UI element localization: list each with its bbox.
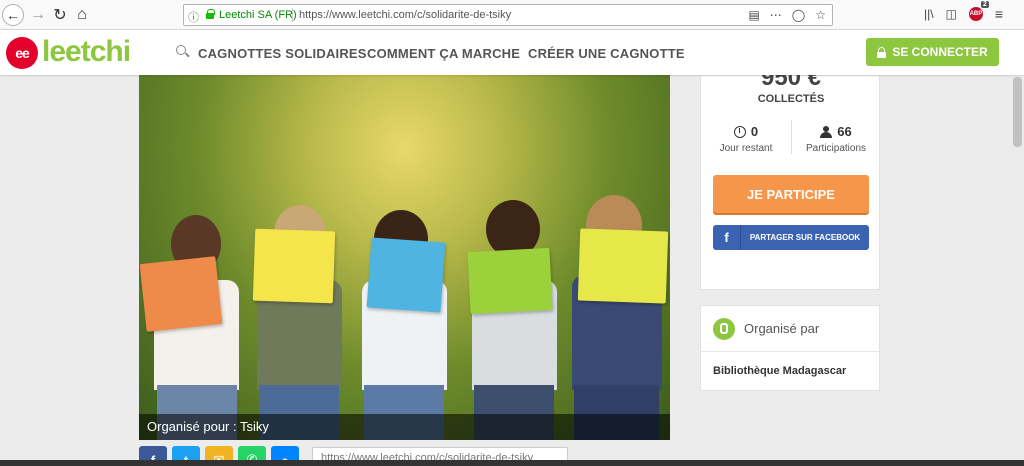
toolbar-right: ||\ ◫ ABP 2 ≡ [924, 1, 1003, 22]
nav-creer-une-cagnotte[interactable]: CRÉER UNE CAGNOTTE [528, 46, 685, 61]
facebook-share-button[interactable]: f PARTAGER SUR FACEBOOK [713, 225, 869, 250]
back-icon[interactable]: ← [2, 4, 24, 26]
participants-label: Participations [805, 143, 867, 154]
organizer-name[interactable]: Bibliothèque Madagascar [701, 352, 879, 390]
nav-comment-ca-marche[interactable]: COMMENT ÇA MARCHE [367, 46, 520, 61]
pocket-icon[interactable]: ◯ [792, 8, 805, 22]
more-icon[interactable]: ⋯ [770, 8, 782, 22]
campaign-summary-card: 950 € COLLECTÉS 0 Jour restant 66 Partic… [700, 64, 881, 290]
days-value: 0 [750, 124, 759, 139]
site-identity[interactable]: Leetchi SA (FR) [219, 9, 297, 21]
sidebar-icon[interactable]: ◫ [946, 7, 957, 21]
reload-icon[interactable]: ↻ [50, 5, 70, 25]
page-scrollbar[interactable] [1011, 75, 1024, 460]
clock-icon [733, 125, 746, 138]
nav-cagnottes-solidaires[interactable]: CAGNOTTES SOLIDAIRES [198, 46, 367, 61]
url-text[interactable]: https://www.leetchi.com/c/solidarite-de-… [299, 9, 511, 21]
home-icon[interactable]: ⌂ [72, 5, 92, 25]
lock-icon [206, 9, 215, 19]
search-icon[interactable] [176, 45, 186, 55]
participants-value: 66 [837, 124, 852, 139]
bottom-strip [0, 460, 1024, 466]
browser-toolbar: ← → ↻ ⌂ ⓘ Leetchi SA (FR) https://www.le… [0, 0, 1024, 30]
organizer-title: Organisé par [744, 321, 820, 336]
connect-label: SE CONNECTER [892, 45, 988, 59]
url-separator [292, 8, 293, 22]
user-icon [820, 125, 833, 138]
organizer-card: Organisé par Bibliothèque Madagascar [700, 305, 880, 391]
forward-icon[interactable]: → [28, 5, 48, 25]
collected-label: COLLECTÉS [757, 93, 825, 105]
organizer-icon [713, 317, 735, 340]
scrollbar-thumb[interactable] [1013, 77, 1022, 147]
adblock-icon[interactable]: ABP 2 [968, 1, 989, 21]
site-header: ee leetchi CAGNOTTES SOLIDAIRES COMMENT … [0, 30, 1024, 75]
child-figure [249, 140, 349, 440]
organizer-header: Organisé par [701, 306, 879, 352]
child-figure [139, 140, 244, 440]
child-figure [464, 140, 564, 440]
facebook-icon: f [713, 225, 741, 250]
bookmark-star-icon[interactable]: ☆ [815, 8, 826, 22]
logo-text[interactable]: leetchi [42, 35, 131, 69]
url-actions: ▤ ⋯ ◯ ☆ [748, 8, 826, 22]
connect-button[interactable]: SE CONNECTER [866, 38, 999, 66]
lock-icon [877, 46, 887, 58]
info-icon[interactable]: ⓘ [188, 9, 199, 25]
menu-icon[interactable]: ≡ [995, 6, 1003, 22]
participate-button[interactable]: JE PARTICIPE [713, 175, 869, 213]
hero-image: Organisé pour : Tsiky [139, 75, 670, 440]
adblock-badge: 2 [981, 1, 989, 8]
child-figure [564, 140, 670, 440]
days-label: Jour restant [719, 143, 773, 154]
participants-stat: 66 Participations [791, 124, 881, 154]
logo-icon[interactable]: ee [6, 37, 38, 69]
facebook-share-label: PARTAGER SUR FACEBOOK [749, 233, 861, 242]
library-icon[interactable]: ||\ [924, 7, 934, 21]
reader-icon[interactable]: ▤ [748, 8, 759, 22]
child-figure [354, 140, 454, 440]
days-remaining-stat: 0 Jour restant [701, 124, 791, 154]
hero-caption: Organisé pour : Tsiky [139, 414, 670, 440]
url-bar[interactable]: ⓘ Leetchi SA (FR) https://www.leetchi.co… [183, 4, 833, 26]
